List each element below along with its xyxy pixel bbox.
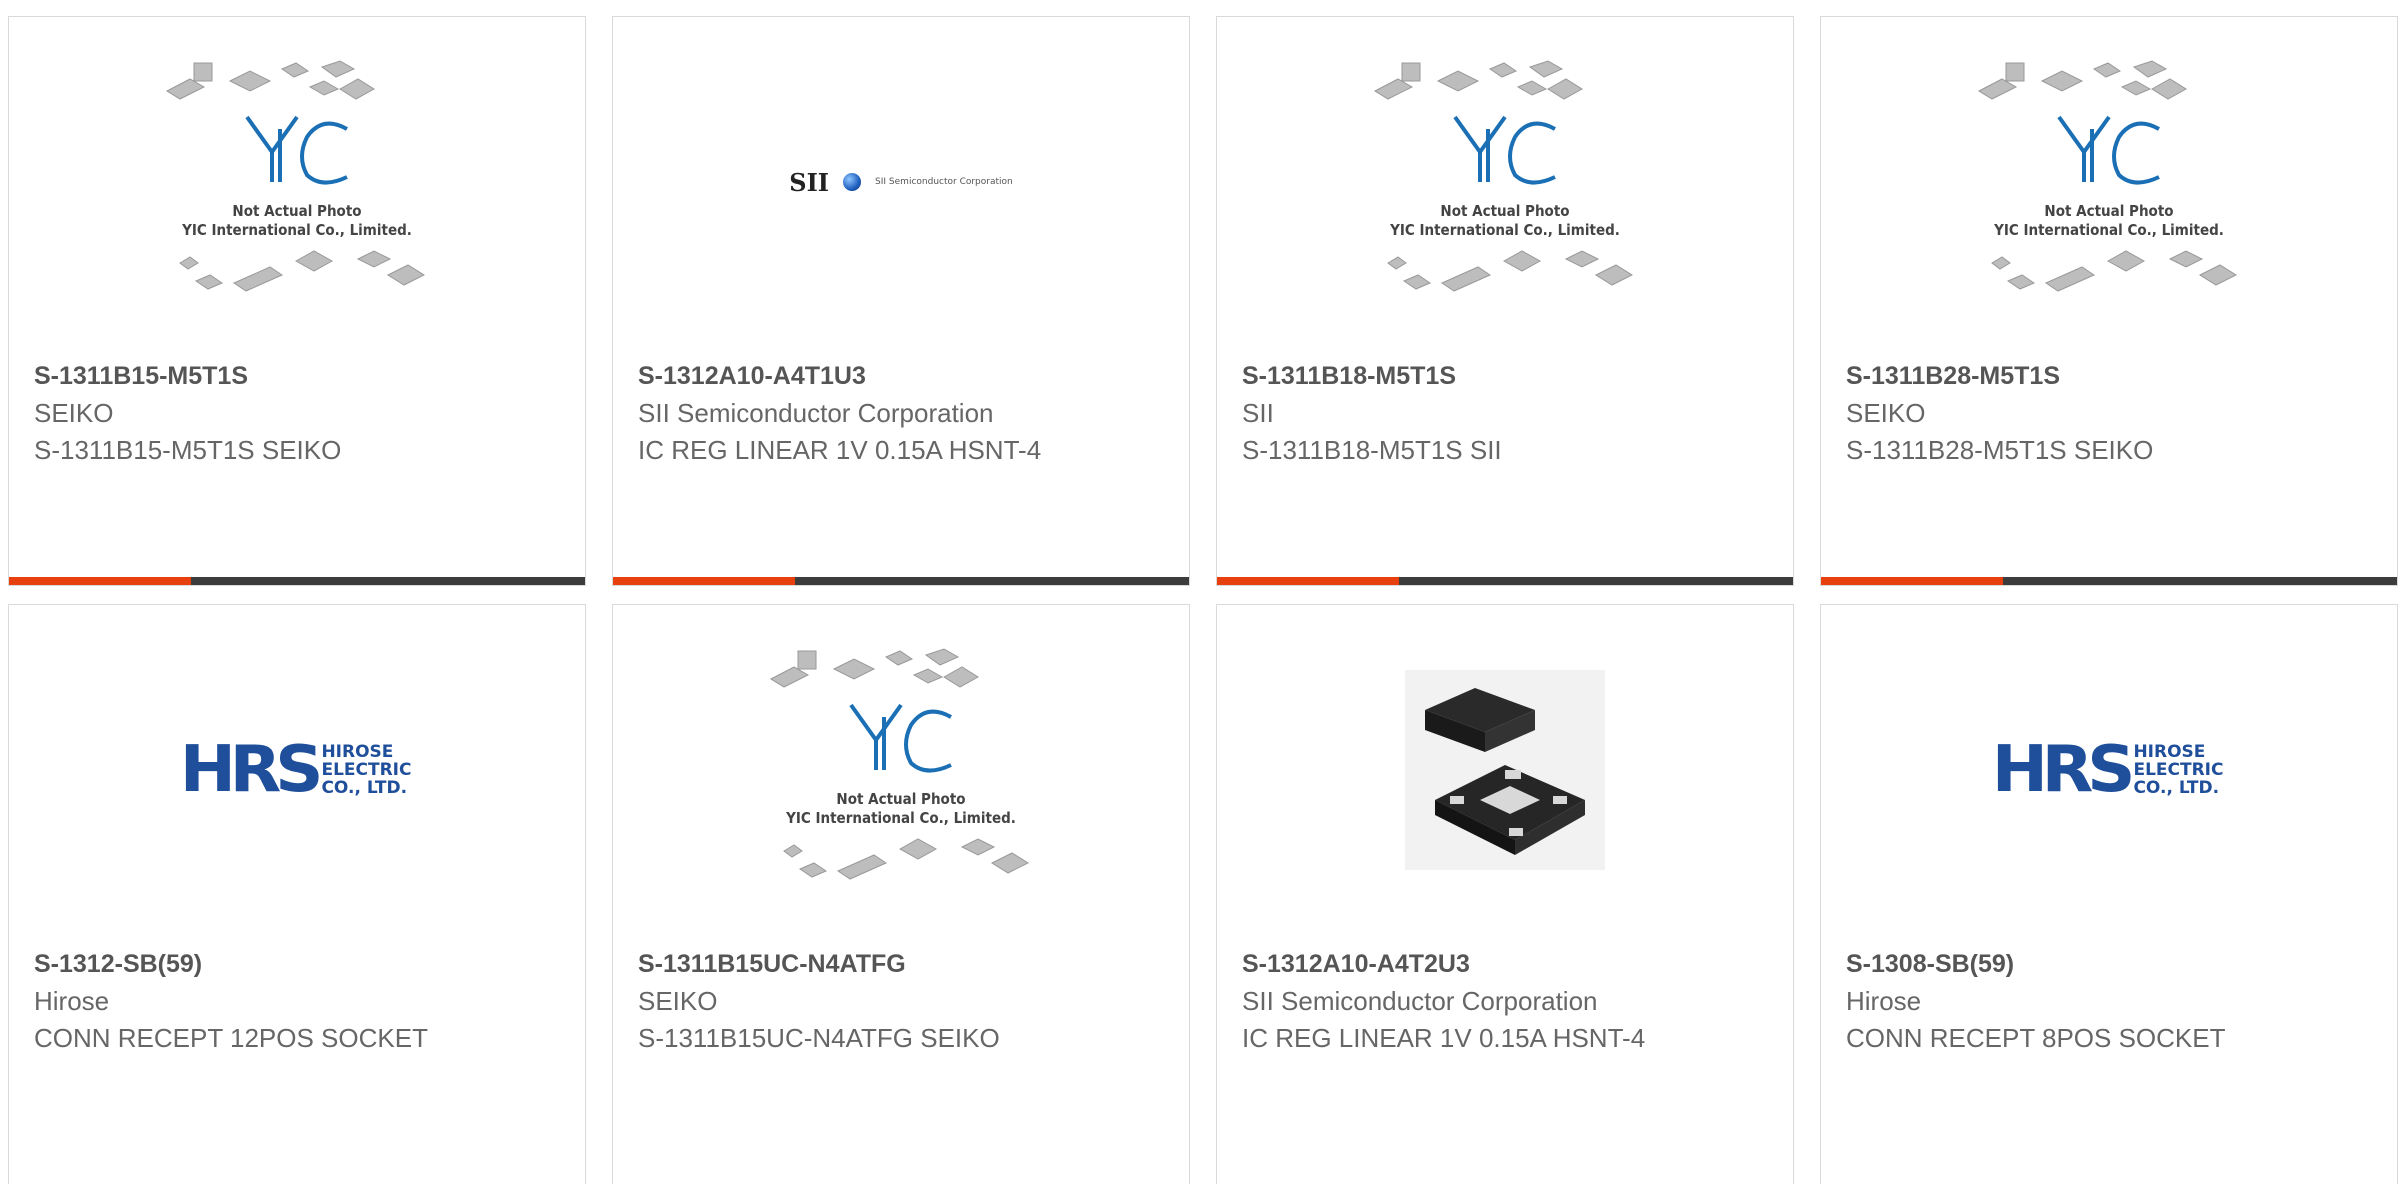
description: CONN RECEPT 12POS SOCKET [34,1023,428,1053]
hrs-logo: HRS HIROSE ELECTRIC CO., LTD. [179,733,411,807]
card-bottom-bar [1217,577,1793,585]
hrs-line2: ELECTRIC [321,760,412,780]
sii-logo-mark: SII [789,167,830,197]
yic-placeholder-image: Not Actual Photo YIC International Co., … [766,645,1036,895]
product-image[interactable]: Not Actual Photo YIC International Co., … [9,17,585,347]
part-number[interactable]: S-1312A10-A4T1U3 [638,357,1088,395]
card-bottom-bar [613,577,1189,585]
card-accent-bar [1217,577,1399,585]
placeholder-line2: YIC International Co., Limited. [786,809,1016,827]
sii-logo-name: SII Semiconductor Corporation [875,177,1013,187]
hrs-line2: ELECTRIC [2133,760,2224,780]
hrs-logo: HRS HIROSE ELECTRIC CO., LTD. [1991,733,2223,807]
yic-logo-icon [849,703,952,773]
product-card[interactable]: HRS HIROSE ELECTRIC CO., LTD. S-1312-SB(… [8,604,586,1184]
product-card[interactable]: S-1312A10-A4T2U3 SII Semiconductor Corpo… [1216,604,1794,1184]
description: IC REG LINEAR 1V 0.15A HSNT-4 [1242,1023,1646,1053]
sii-globe-icon [843,173,862,191]
product-image[interactable]: HRS HIROSE ELECTRIC CO., LTD. [1821,605,2397,935]
yic-placeholder-image: Not Actual Photo YIC International Co., … [1974,57,2244,307]
product-image[interactable]: Not Actual Photo YIC International Co., … [613,605,1189,935]
description: S-1311B15-M5T1S SEIKO [34,435,342,465]
product-image[interactable] [1217,605,1793,935]
description: CONN RECEPT 8POS SOCKET [1846,1023,2226,1053]
product-image[interactable]: Not Actual Photo YIC International Co., … [1821,17,2397,347]
product-card[interactable]: SII SII Semiconductor Corporation S-1312… [612,16,1190,586]
description: S-1311B15UC-N4ATFG SEIKO [638,1023,1000,1053]
manufacturer: SII Semiconductor Corporation [638,398,994,428]
yic-placeholder-image: Not Actual Photo YIC International Co., … [162,57,432,307]
card-bottom-bar [9,577,585,585]
card-accent-bar [613,577,795,585]
card-accent-bar [9,577,191,585]
product-card[interactable]: Not Actual Photo YIC International Co., … [1216,16,1794,586]
part-number[interactable]: S-1311B18-M5T1S [1242,357,1692,395]
part-number[interactable]: S-1311B15-M5T1S [34,357,484,395]
manufacturer: SII Semiconductor Corporation [1242,986,1598,1016]
yic-placeholder-image: Not Actual Photo YIC International Co., … [1370,57,1640,307]
part-number[interactable]: S-1311B15UC-N4ATFG [638,945,1088,983]
manufacturer: SEIKO [638,986,718,1016]
product-image[interactable]: HRS HIROSE ELECTRIC CO., LTD. [9,605,585,935]
sii-logo: SII SII Semiconductor Corporation [789,168,1012,197]
placeholder-line1: Not Actual Photo [836,790,966,808]
placeholder-line2: YIC International Co., Limited. [1994,221,2224,239]
description: S-1311B18-M5T1S SII [1242,435,1502,465]
placeholder-line1: Not Actual Photo [232,202,362,220]
product-image[interactable]: Not Actual Photo YIC International Co., … [1217,17,1793,347]
placeholder-line1: Not Actual Photo [2044,202,2174,220]
hrs-line1: HIROSE [2133,742,2206,762]
placeholder-line1: Not Actual Photo [1440,202,1570,220]
chip-photo [1405,670,1605,870]
product-card[interactable]: Not Actual Photo YIC International Co., … [8,16,586,586]
hrs-line3: CO., LTD. [321,778,408,798]
product-image[interactable]: SII SII Semiconductor Corporation [613,17,1189,347]
description: IC REG LINEAR 1V 0.15A HSNT-4 [638,435,1042,465]
hrs-logo-text: HIROSE ELECTRIC CO., LTD. [321,743,411,797]
yic-logo-icon [2057,115,2160,185]
card-accent-bar [1821,577,2003,585]
manufacturer: Hirose [34,986,110,1016]
product-grid: Not Actual Photo YIC International Co., … [0,0,2400,1184]
manufacturer: SII [1242,398,1274,428]
description: S-1311B28-M5T1S SEIKO [1846,435,2154,465]
product-card[interactable]: Not Actual Photo YIC International Co., … [1820,16,2398,586]
placeholder-line2: YIC International Co., Limited. [1390,221,1620,239]
placeholder-line2: YIC International Co., Limited. [182,221,412,239]
product-card[interactable]: Not Actual Photo YIC International Co., … [612,604,1190,1184]
hrs-line3: CO., LTD. [2133,778,2220,798]
part-number[interactable]: S-1311B28-M5T1S [1846,357,2296,395]
hrs-line1: HIROSE [321,742,394,762]
hrs-logo-text: HIROSE ELECTRIC CO., LTD. [2133,743,2223,797]
hsnt-package-icon [1425,688,1585,855]
hrs-logo-mark: HRS [179,733,323,807]
yic-logo-icon [245,115,348,185]
hrs-logo-mark: HRS [1991,733,2135,807]
manufacturer: SEIKO [34,398,114,428]
part-number[interactable]: S-1312A10-A4T2U3 [1242,945,1692,983]
manufacturer: Hirose [1846,986,1922,1016]
card-bottom-bar [1821,577,2397,585]
part-number[interactable]: S-1308-SB(59) [1846,945,2296,983]
part-number[interactable]: S-1312-SB(59) [34,945,484,983]
manufacturer: SEIKO [1846,398,1926,428]
product-card[interactable]: HRS HIROSE ELECTRIC CO., LTD. S-1308-SB(… [1820,604,2398,1184]
yic-logo-icon [1453,115,1556,185]
